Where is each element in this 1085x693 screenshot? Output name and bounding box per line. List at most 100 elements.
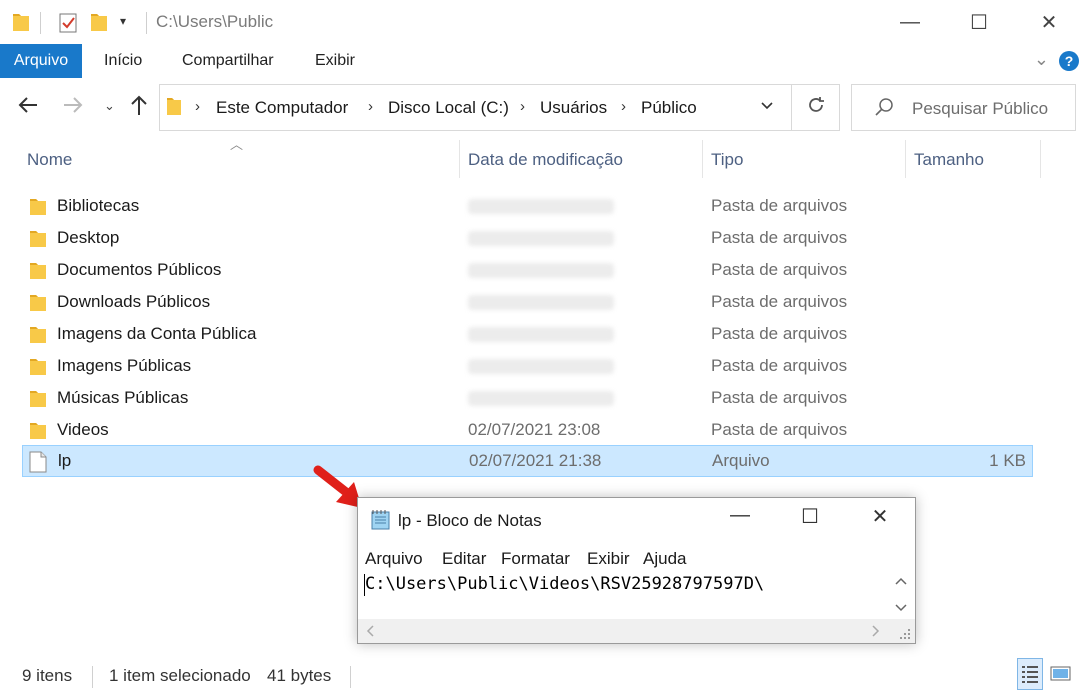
title-separator [146, 12, 147, 34]
minimize-button[interactable]: — [875, 0, 945, 44]
breadcrumb-arrow-icon[interactable]: › [621, 98, 626, 115]
notepad-text-area[interactable]: C:\Users\Public\Videos\RSV25928797597D\ [363, 572, 891, 618]
notepad-icon [370, 509, 392, 536]
list-item[interactable]: Imagens Públicas Pasta de arquivos [22, 350, 1033, 382]
column-header-size[interactable]: Tamanho [914, 150, 984, 170]
list-item[interactable]: Videos 02/07/2021 23:08 Pasta de arquivo… [22, 414, 1033, 446]
notepad-close-button[interactable]: ✕ [860, 504, 900, 534]
redacted-date [468, 199, 614, 214]
redacted-date [468, 359, 614, 374]
status-size: 41 bytes [267, 666, 332, 685]
search-input[interactable]: Pesquisar Público [912, 99, 1048, 119]
back-button[interactable] [17, 94, 39, 122]
notepad-maximize-button[interactable]: ☐ [790, 504, 830, 534]
file-type: Pasta de arquivos [711, 196, 848, 215]
address-bar[interactable]: › Este Computador › Disco Local (C:) › U… [159, 84, 792, 131]
tab-arquivo[interactable]: Arquivo [0, 44, 82, 78]
column-separator[interactable] [459, 140, 460, 178]
column-separator[interactable] [1040, 140, 1041, 178]
text-caret [364, 574, 365, 596]
file-date: 02/07/2021 21:38 [469, 451, 602, 470]
new-folder-icon[interactable] [90, 12, 108, 37]
large-icons-view-button[interactable] [1048, 658, 1074, 690]
menu-arquivo[interactable]: Arquivo [365, 549, 423, 569]
file-name: Imagens Públicas [57, 356, 192, 375]
redacted-date [468, 391, 614, 406]
folder-icon [29, 229, 47, 254]
properties-icon[interactable] [58, 12, 78, 39]
file-name: Documentos Públicos [57, 260, 222, 279]
file-type: Pasta de arquivos [711, 228, 848, 247]
folder-icon [29, 197, 47, 222]
file-name: Imagens da Conta Pública [57, 324, 257, 343]
refresh-button[interactable] [792, 84, 840, 131]
file-date: 02/07/2021 23:08 [468, 420, 601, 439]
search-icon [874, 97, 894, 122]
forward-button[interactable] [62, 94, 84, 122]
file-type: Pasta de arquivos [711, 356, 848, 375]
menu-ajuda[interactable]: Ajuda [643, 549, 686, 569]
resize-grip-icon[interactable] [890, 619, 915, 643]
list-item[interactable]: Documentos Públicos Pasta de arquivos [22, 254, 1033, 286]
search-box[interactable]: Pesquisar Público [851, 84, 1076, 131]
breadcrumb-arrow-icon[interactable]: › [368, 98, 373, 115]
tab-inicio[interactable]: Início [104, 44, 142, 78]
file-type: Arquivo [712, 451, 770, 470]
recent-locations-icon[interactable]: ⌄ [104, 98, 115, 114]
breadcrumb-usuarios[interactable]: Usuários [540, 98, 607, 118]
breadcrumb-disco-local[interactable]: Disco Local (C:) [388, 98, 509, 118]
tab-compartilhar[interactable]: Compartilhar [182, 44, 274, 78]
list-item[interactable]: Desktop Pasta de arquivos [22, 222, 1033, 254]
expand-ribbon-icon[interactable]: ⌄ [1034, 49, 1049, 70]
tab-exibir[interactable]: Exibir [315, 44, 355, 78]
breadcrumb-arrow-icon[interactable]: › [195, 98, 200, 115]
notepad-window: lp - Bloco de Notas — ☐ ✕ Arquivo Editar… [357, 497, 916, 644]
folder-icon [29, 261, 47, 286]
folder-icon [12, 12, 30, 37]
breadcrumb-este-computador[interactable]: Este Computador [216, 98, 348, 118]
vertical-scrollbar[interactable] [890, 572, 912, 618]
help-button[interactable]: ? [1059, 51, 1079, 71]
column-header-name[interactable]: Nome [27, 150, 72, 170]
menu-exibir[interactable]: Exibir [587, 549, 630, 569]
status-selection: 1 item selecionado [109, 666, 251, 685]
folder-icon [29, 357, 47, 382]
list-item[interactable]: Bibliotecas Pasta de arquivos [22, 190, 1033, 222]
window-title: C:\Users\Public [156, 12, 274, 31]
column-separator[interactable] [702, 140, 703, 178]
list-item[interactable]: Downloads Públicos Pasta de arquivos [22, 286, 1033, 318]
menu-editar[interactable]: Editar [442, 549, 486, 569]
breadcrumb-arrow-icon[interactable]: › [520, 98, 525, 115]
column-separator[interactable] [905, 140, 906, 178]
navigation-bar: ⌄ › Este Computador › Disco Local (C:) ›… [0, 84, 1085, 132]
file-name: Desktop [57, 228, 120, 247]
close-button[interactable]: ✕ [1014, 0, 1084, 44]
up-button[interactable] [129, 94, 149, 122]
folder-icon [29, 389, 47, 414]
horizontal-scrollbar[interactable] [358, 619, 890, 643]
list-item[interactable]: Músicas Públicas Pasta de arquivos [22, 382, 1033, 414]
breadcrumb-publico[interactable]: Público [641, 98, 697, 118]
folder-icon [29, 325, 47, 350]
file-name: lp [58, 451, 72, 470]
title-separator [40, 12, 41, 34]
ribbon-tabs: Arquivo Início Compartilhar Exibir ⌄ ? [0, 44, 1085, 78]
customize-toolbar-icon[interactable]: ▾ [120, 14, 126, 28]
column-header-date[interactable]: Data de modificação [468, 150, 623, 170]
file-name: Videos [57, 420, 109, 439]
details-view-button[interactable] [1017, 658, 1043, 690]
file-name: Bibliotecas [57, 196, 140, 215]
folder-icon [29, 421, 47, 446]
menu-formatar[interactable]: Formatar [501, 549, 570, 569]
column-header-type[interactable]: Tipo [711, 150, 743, 170]
list-item-selected[interactable]: lp 02/07/2021 21:38 Arquivo 1 KB [22, 445, 1033, 477]
file-type: Pasta de arquivos [711, 324, 848, 343]
redacted-date [468, 263, 614, 278]
file-type: Pasta de arquivos [711, 292, 848, 311]
status-separator [92, 666, 93, 688]
folder-icon [29, 293, 47, 318]
list-item[interactable]: Imagens da Conta Pública Pasta de arquiv… [22, 318, 1033, 350]
maximize-button[interactable]: ☐ [944, 0, 1014, 44]
address-dropdown-icon[interactable] [760, 97, 774, 117]
notepad-minimize-button[interactable]: — [720, 504, 760, 534]
